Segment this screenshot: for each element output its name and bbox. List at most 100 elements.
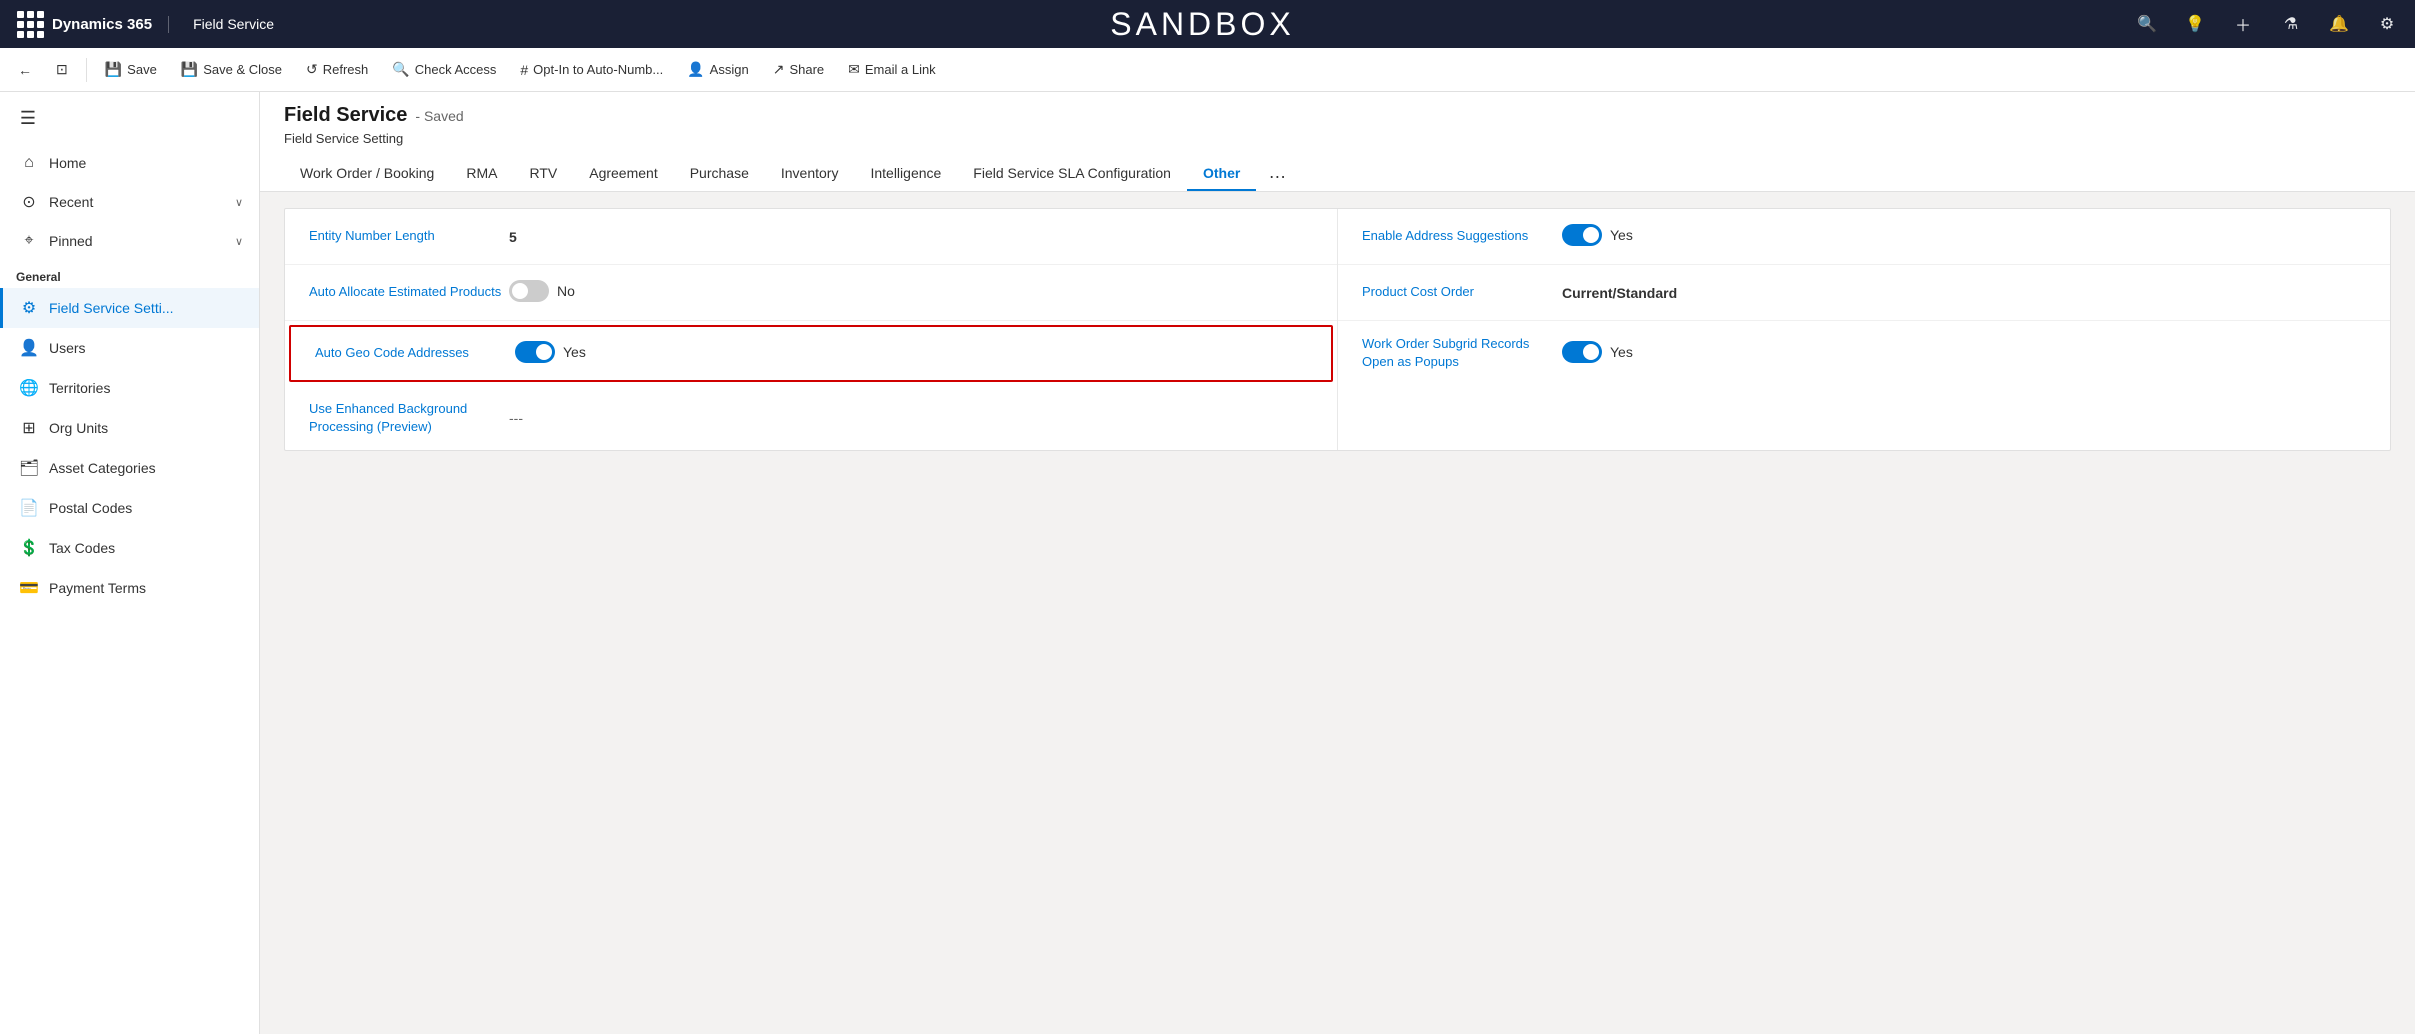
tab-more-button[interactable]: … [1256, 154, 1298, 191]
command-bar: ← ⊡ 💾 Save 💾 Save & Close ↺ Refresh 🔍 Ch… [0, 48, 2415, 92]
recent-icon: ⊙ [19, 192, 39, 212]
main-layout: ☰ ⌂ Home ⊙ Recent ∨ ⌖ Pinned ∨ General ⚙… [0, 92, 2415, 1034]
notification-icon[interactable]: 🔔 [2323, 8, 2355, 40]
tabs-container: Work Order / Booking RMA RTV Agreement P… [284, 154, 2391, 191]
back-icon: ← [18, 62, 32, 78]
auto-allocate-label: Auto Allocate Estimated Products [309, 283, 509, 301]
work-order-subgrid-toggle-track[interactable] [1562, 341, 1602, 363]
sidebar-item-recent[interactable]: ⊙ Recent ∨ [0, 182, 259, 222]
enable-address-toggle-track[interactable] [1562, 224, 1602, 246]
tab-work-order[interactable]: Work Order / Booking [284, 155, 450, 191]
enable-address-suggestions-label: Enable Address Suggestions [1362, 227, 1562, 245]
sidebar: ☰ ⌂ Home ⊙ Recent ∨ ⌖ Pinned ∨ General ⚙… [0, 92, 260, 1034]
separator [86, 58, 87, 82]
save-button[interactable]: 💾 Save [95, 55, 167, 84]
sidebar-item-payment-terms[interactable]: 💳 Payment Terms [0, 568, 259, 608]
entity-number-length-label: Entity Number Length [309, 227, 509, 245]
auto-allocate-row: Auto Allocate Estimated Products No [285, 265, 1337, 321]
tab-purchase[interactable]: Purchase [674, 155, 765, 191]
enable-address-suggestions-row: Enable Address Suggestions Yes [1338, 209, 2390, 265]
product-cost-order-value: Current/Standard [1562, 285, 2366, 301]
work-order-subgrid-toggle-thumb [1583, 344, 1599, 360]
enhanced-bg-row: Use Enhanced Background Processing (Prev… [285, 386, 1337, 450]
top-navigation: Dynamics 365 Field Service SANDBOX 🔍 💡 ＋… [0, 0, 2415, 48]
back-button[interactable]: ← [8, 56, 42, 84]
postal-codes-icon: 📄 [19, 498, 39, 518]
save-close-button[interactable]: 💾 Save & Close [171, 55, 292, 84]
share-icon: ↗ [773, 61, 785, 78]
check-access-button[interactable]: 🔍 Check Access [382, 55, 506, 84]
new-window-icon: ⊡ [56, 61, 68, 78]
work-order-subgrid-toggle-label: Yes [1610, 344, 1633, 360]
auto-allocate-toggle-track[interactable] [509, 280, 549, 302]
auto-geo-code-toggle[interactable]: Yes [515, 341, 586, 363]
sidebar-item-users[interactable]: 👤 Users [0, 328, 259, 368]
auto-allocate-toggle[interactable]: No [509, 280, 575, 302]
refresh-button[interactable]: ↺ Refresh [296, 55, 378, 84]
page-status: - Saved [415, 108, 463, 124]
chevron-down-icon: ∨ [235, 235, 243, 248]
lightbulb-icon[interactable]: 💡 [2179, 8, 2211, 40]
opt-in-icon: # [520, 62, 528, 78]
hamburger-menu-button[interactable]: ☰ [8, 98, 48, 138]
email-link-button[interactable]: ✉ Email a Link [838, 55, 946, 84]
form-area: Entity Number Length 5 Auto Allocate Est… [260, 192, 2415, 1034]
auto-geo-code-toggle-track[interactable] [515, 341, 555, 363]
user-icon: 👤 [19, 338, 39, 358]
auto-geo-code-row: Auto Geo Code Addresses Yes [289, 325, 1333, 382]
payment-terms-icon: 💳 [19, 578, 39, 598]
enhanced-bg-label: Use Enhanced Background Processing (Prev… [309, 400, 509, 436]
save-close-icon: 💾 [181, 61, 198, 78]
product-cost-order-label: Product Cost Order [1362, 283, 1562, 301]
work-order-subgrid-label: Work Order Subgrid Records Open as Popup… [1362, 335, 1562, 371]
home-icon: ⌂ [19, 154, 39, 172]
sidebar-item-tax-codes[interactable]: 💲 Tax Codes [0, 528, 259, 568]
assign-icon: 👤 [687, 61, 704, 78]
check-access-icon: 🔍 [392, 61, 409, 78]
sidebar-item-pinned[interactable]: ⌖ Pinned ∨ [0, 222, 259, 260]
sidebar-item-org-units[interactable]: ⊞ Org Units [0, 408, 259, 448]
two-column-form: Entity Number Length 5 Auto Allocate Est… [285, 209, 2390, 450]
tab-rtv[interactable]: RTV [513, 155, 573, 191]
waffle-menu-button[interactable] [12, 6, 48, 42]
add-icon[interactable]: ＋ [2227, 8, 2259, 40]
page-title: Field Service [284, 104, 407, 127]
enhanced-bg-value: --- [509, 410, 1313, 426]
sidebar-item-postal-codes[interactable]: 📄 Postal Codes [0, 488, 259, 528]
search-icon[interactable]: 🔍 [2131, 8, 2163, 40]
app-name: Field Service [177, 16, 274, 32]
sidebar-item-asset-categories[interactable]: 🗂 Asset Categories [0, 448, 259, 488]
sidebar-item-field-service-settings[interactable]: ⚙ Field Service Setti... [0, 288, 259, 328]
auto-geo-code-label: Auto Geo Code Addresses [315, 344, 515, 362]
tab-inventory[interactable]: Inventory [765, 155, 855, 191]
sidebar-item-home[interactable]: ⌂ Home [0, 144, 259, 182]
work-order-subgrid-row: Work Order Subgrid Records Open as Popup… [1338, 321, 2390, 385]
top-nav-icons: 🔍 💡 ＋ ⚗ 🔔 ⚙ [2131, 8, 2403, 40]
tax-codes-icon: 💲 [19, 538, 39, 558]
form-right-column: Enable Address Suggestions Yes [1338, 209, 2390, 450]
new-window-button[interactable]: ⊡ [46, 55, 78, 84]
form-left-column: Entity Number Length 5 Auto Allocate Est… [285, 209, 1338, 450]
work-order-subgrid-toggle[interactable]: Yes [1562, 341, 1633, 363]
pin-icon: ⌖ [19, 232, 39, 250]
asset-categories-icon: 🗂 [19, 458, 39, 478]
enable-address-suggestions-toggle[interactable]: Yes [1562, 224, 1633, 246]
enable-address-toggle-label: Yes [1610, 227, 1633, 243]
settings-icon: ⚙ [19, 298, 39, 318]
opt-in-button[interactable]: # Opt-In to Auto-Numb... [510, 56, 673, 84]
assign-button[interactable]: 👤 Assign [677, 55, 758, 84]
auto-geo-code-toggle-label: Yes [563, 344, 586, 360]
sidebar-item-territories[interactable]: 🌐 Territories [0, 368, 259, 408]
tab-rma[interactable]: RMA [450, 155, 513, 191]
tab-intelligence[interactable]: Intelligence [854, 155, 957, 191]
settings-icon[interactable]: ⚙ [2371, 8, 2403, 40]
org-units-icon: ⊞ [19, 418, 39, 438]
tab-other[interactable]: Other [1187, 155, 1256, 191]
tab-sla-config[interactable]: Field Service SLA Configuration [957, 155, 1187, 191]
page-header: Field Service - Saved Field Service Sett… [260, 92, 2415, 192]
filter-icon[interactable]: ⚗ [2275, 8, 2307, 40]
enable-address-toggle-thumb [1583, 227, 1599, 243]
form-card: Entity Number Length 5 Auto Allocate Est… [284, 208, 2391, 451]
tab-agreement[interactable]: Agreement [573, 155, 673, 191]
share-button[interactable]: ↗ Share [763, 55, 834, 84]
